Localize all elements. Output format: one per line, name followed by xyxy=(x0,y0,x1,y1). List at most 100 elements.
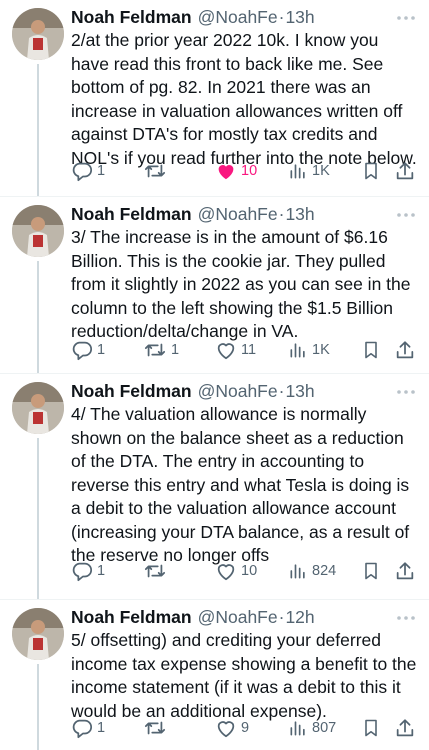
timestamp[interactable]: 13h xyxy=(285,380,314,402)
bookmark-button[interactable] xyxy=(361,159,381,183)
reply-count: 1 xyxy=(97,563,106,579)
retweet-button[interactable] xyxy=(143,159,171,183)
reply-button[interactable]: 1 xyxy=(71,716,105,740)
tweet[interactable]: Noah Feldman @NoahFe · 13h 3/ The increa… xyxy=(0,197,429,373)
tweet-body: Noah Feldman @NoahFe · 13h 3/ The increa… xyxy=(71,203,417,344)
like-icon xyxy=(217,343,235,360)
tweet-header: Noah Feldman @NoahFe · 12h xyxy=(71,606,417,628)
reply-count: 1 xyxy=(97,720,106,736)
timestamp[interactable]: 13h xyxy=(285,203,314,225)
view-count: 1K xyxy=(312,163,330,179)
bookmark-icon xyxy=(365,162,377,180)
tweet-header: Noah Feldman @NoahFe · 13h xyxy=(71,380,417,402)
views-button[interactable]: 807 xyxy=(288,716,336,740)
like-button[interactable]: 11 xyxy=(215,338,256,362)
retweet-button[interactable] xyxy=(143,559,171,583)
like-button[interactable]: 9 xyxy=(215,716,249,740)
share-icon xyxy=(396,562,414,580)
retweet-icon xyxy=(144,343,166,357)
retweet-button[interactable] xyxy=(143,716,171,740)
views-button[interactable]: 824 xyxy=(288,559,336,583)
tweet-text: 2/at the prior year 2022 10k. I know you… xyxy=(71,30,417,168)
views-icon xyxy=(290,343,305,358)
share-button[interactable] xyxy=(394,716,416,740)
timestamp[interactable]: 12h xyxy=(285,606,314,628)
reply-count: 1 xyxy=(97,163,106,179)
bookmark-icon xyxy=(365,562,377,580)
tweet-text: 5/ offsetting) and crediting your deferr… xyxy=(71,630,417,721)
author-handle[interactable]: @NoahFe xyxy=(198,6,278,28)
separator: · xyxy=(278,381,285,401)
views-icon xyxy=(290,164,305,179)
like-count: 11 xyxy=(241,342,257,358)
views-button[interactable]: 1K xyxy=(288,159,330,183)
bookmark-icon xyxy=(365,719,377,737)
reply-button[interactable]: 1 xyxy=(71,159,105,183)
more-icon[interactable] xyxy=(395,610,417,620)
share-button[interactable] xyxy=(394,559,416,583)
reply-count: 1 xyxy=(97,342,106,358)
tweet-body: Noah Feldman @NoahFe · 13h 2/at the prio… xyxy=(71,6,417,170)
reply-icon xyxy=(72,719,93,739)
share-button[interactable] xyxy=(394,338,416,362)
more-icon[interactable] xyxy=(395,10,417,20)
reply-button[interactable]: 1 xyxy=(71,338,105,362)
retweet-count: 1 xyxy=(171,342,180,358)
reply-icon xyxy=(72,162,93,182)
share-icon xyxy=(396,719,414,737)
tweet-body: Noah Feldman @NoahFe · 13h 4/ The valuat… xyxy=(71,380,417,568)
like-icon xyxy=(218,165,234,180)
timestamp[interactable]: 13h xyxy=(285,6,314,28)
separator: · xyxy=(278,7,285,27)
thread-feed: Noah Feldman @NoahFe · 13h 2/at the prio… xyxy=(0,0,429,750)
author-name[interactable]: Noah Feldman xyxy=(71,380,192,402)
tweet-header: Noah Feldman @NoahFe · 13h xyxy=(71,203,417,225)
retweet-icon xyxy=(144,721,166,735)
separator: · xyxy=(278,204,285,224)
separator: · xyxy=(278,607,285,627)
retweet-icon xyxy=(144,564,166,578)
retweet-icon xyxy=(144,164,166,178)
tweet-actions: 1 10 824 xyxy=(0,559,429,583)
like-button[interactable]: 10 xyxy=(215,559,257,583)
like-button[interactable]: 10 xyxy=(215,159,257,183)
like-icon xyxy=(217,564,235,581)
tweet-header: Noah Feldman @NoahFe · 13h xyxy=(71,6,417,28)
avatar[interactable] xyxy=(12,205,64,257)
author-name[interactable]: Noah Feldman xyxy=(71,203,192,225)
bookmark-button[interactable] xyxy=(361,716,381,740)
tweet[interactable]: Noah Feldman @NoahFe · 12h 5/ offsetting… xyxy=(0,600,429,750)
views-button[interactable]: 1K xyxy=(288,338,330,362)
tweet[interactable]: Noah Feldman @NoahFe · 13h 2/at the prio… xyxy=(0,0,429,196)
tweet[interactable]: Noah Feldman @NoahFe · 13h 4/ The valuat… xyxy=(0,374,429,599)
more-icon[interactable] xyxy=(395,207,417,217)
bookmark-button[interactable] xyxy=(361,559,381,583)
avatar[interactable] xyxy=(12,382,64,434)
reply-button[interactable]: 1 xyxy=(71,559,105,583)
tweet-text: 4/ The valuation allowance is normally s… xyxy=(71,404,410,565)
share-button[interactable] xyxy=(394,159,416,183)
bookmark-icon xyxy=(365,341,377,359)
views-icon xyxy=(290,721,305,736)
author-handle[interactable]: @NoahFe xyxy=(198,203,278,225)
retweet-button[interactable]: 1 xyxy=(143,338,179,362)
tweet-actions: 1 9 807 xyxy=(0,716,429,740)
bookmark-button[interactable] xyxy=(361,338,381,362)
author-name[interactable]: Noah Feldman xyxy=(71,606,192,628)
author-name[interactable]: Noah Feldman xyxy=(71,6,192,28)
like-count: 10 xyxy=(241,163,258,179)
author-handle[interactable]: @NoahFe xyxy=(198,606,278,628)
avatar[interactable] xyxy=(12,608,64,660)
more-icon[interactable] xyxy=(395,384,417,394)
view-count: 824 xyxy=(312,563,337,579)
like-count: 9 xyxy=(241,720,250,736)
tweet-text: 3/ The increase is in the amount of $6.1… xyxy=(71,227,411,341)
like-icon xyxy=(217,721,235,738)
reply-icon xyxy=(72,341,93,361)
author-handle[interactable]: @NoahFe xyxy=(198,380,278,402)
avatar[interactable] xyxy=(12,8,64,60)
views-icon xyxy=(290,564,305,579)
share-icon xyxy=(396,162,414,180)
view-count: 807 xyxy=(312,720,337,736)
view-count: 1K xyxy=(312,342,330,358)
